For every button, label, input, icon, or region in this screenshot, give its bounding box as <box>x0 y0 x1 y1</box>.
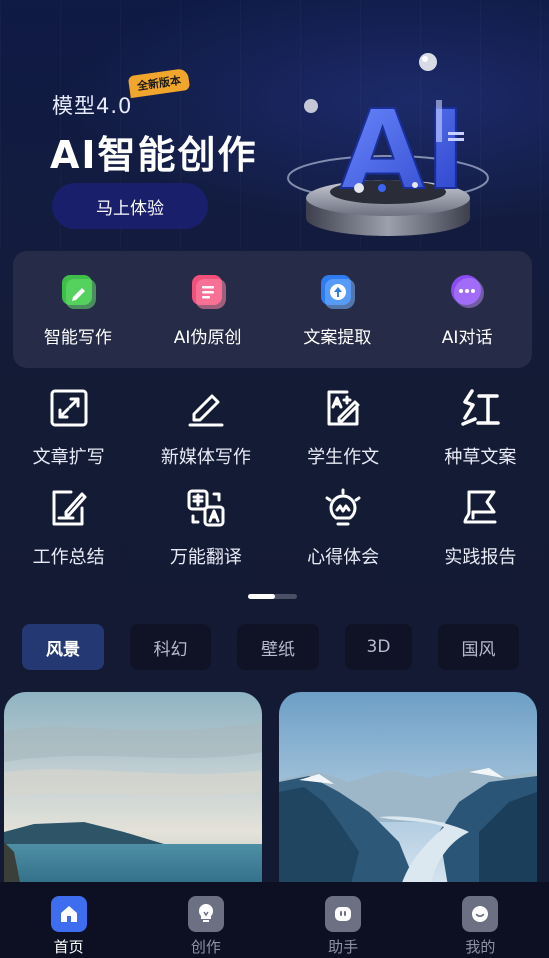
quick-tools-panel: 智能写作 AI伪原创 文案提取 AI对话 <box>13 251 532 368</box>
tool-article-expand[interactable]: 文章扩写 <box>0 388 137 488</box>
home-icon <box>50 896 87 932</box>
ai-3d-illustration: AI <box>287 53 489 236</box>
seascape-image <box>4 692 262 892</box>
flag-icon <box>463 490 497 524</box>
tool-label: 文章扩写 <box>32 447 105 468</box>
category-chip-wallpaper[interactable]: 壁纸 <box>237 624 319 670</box>
tool-label: 实践报告 <box>444 547 517 568</box>
tool-label: 学生作文 <box>307 447 380 468</box>
try-now-button[interactable]: 马上体验 <box>52 183 208 229</box>
quick-tool-label: AI对话 <box>441 328 493 348</box>
page-indicator <box>248 594 297 599</box>
tool-label: 新媒体写作 <box>160 447 251 468</box>
tab-label: 首页 <box>53 938 84 956</box>
translate-icon <box>187 489 225 527</box>
quick-tool-ai-rewrite[interactable]: AI伪原创 <box>143 251 273 368</box>
chat-bubble-icon <box>451 275 485 308</box>
pencil-icon <box>61 275 96 309</box>
quick-tool-ai-chat[interactable]: AI对话 <box>402 251 532 368</box>
app-home-screen: 模型4.0 全新版本 AI智能创作 马上体验 AI 智能写作 AI伪原创 文案提… <box>0 0 549 958</box>
quick-tool-label: AI伪原创 <box>173 328 242 348</box>
category-chips: 风景 科幻 壁纸 3D 国风 <box>22 624 519 670</box>
note-edit-icon <box>52 490 87 526</box>
grade-edit-icon <box>327 390 360 426</box>
tool-universal-translate[interactable]: 万能翻译 <box>137 488 274 588</box>
bottom-tab-bar: 首页 创作 助手 我的 <box>0 882 549 958</box>
category-chip-landscape[interactable]: 风景 <box>22 624 104 670</box>
tab-create[interactable]: 创作 <box>137 882 274 958</box>
lightbulb-icon <box>325 488 361 526</box>
category-chip-scifi[interactable]: 科幻 <box>130 624 211 670</box>
tab-profile[interactable]: 我的 <box>412 882 549 958</box>
tab-label: 助手 <box>328 938 359 956</box>
tool-new-media-writing[interactable]: 新媒体写作 <box>137 388 274 488</box>
quick-tool-label: 文案提取 <box>303 328 372 348</box>
tool-reflections[interactable]: 心得体会 <box>275 488 412 588</box>
landscape-image-card[interactable] <box>4 692 262 892</box>
robot-icon <box>325 896 362 932</box>
tab-label: 我的 <box>465 938 496 956</box>
expand-icon <box>50 389 88 427</box>
quick-tool-smart-writing[interactable]: 智能写作 <box>13 251 143 368</box>
page-indicator-active <box>248 594 275 599</box>
tab-assistant[interactable]: 助手 <box>275 882 412 958</box>
tool-work-summary[interactable]: 工作总结 <box>0 488 137 588</box>
tab-home[interactable]: 首页 <box>0 882 137 958</box>
red-text-icon <box>461 389 501 426</box>
document-icon <box>191 275 226 309</box>
tool-student-essay[interactable]: 学生作文 <box>275 388 412 488</box>
hero-banner[interactable]: 模型4.0 全新版本 AI智能创作 马上体验 AI <box>0 0 549 250</box>
tool-practice-report[interactable]: 实践报告 <box>412 488 549 588</box>
tool-recommend-copy[interactable]: 种草文案 <box>412 388 549 488</box>
svg-text:AI: AI <box>340 86 466 214</box>
category-chip-chinese-style[interactable]: 国风 <box>438 624 519 670</box>
tab-label: 创作 <box>190 938 221 956</box>
fjord-image <box>279 692 537 892</box>
tool-label: 心得体会 <box>307 547 380 568</box>
category-chip-3d[interactable]: 3D <box>345 624 412 670</box>
landscape-image-card[interactable] <box>279 692 537 892</box>
smile-icon <box>462 896 499 932</box>
tool-label: 种草文案 <box>444 447 517 468</box>
writing-tools-grid: 文章扩写 新媒体写作 学生作文 种草文案 工作总结 万能翻译 心得体会 实践报告 <box>0 388 549 588</box>
bulb-icon <box>187 896 224 932</box>
banner-subtitle: 模型4.0 <box>52 94 133 118</box>
banner-title: AI智能创作 <box>50 133 258 177</box>
pen-icon <box>188 394 224 427</box>
quick-tool-label: 智能写作 <box>43 328 112 348</box>
tool-label: 万能翻译 <box>169 547 242 568</box>
tool-label: 工作总结 <box>32 547 105 568</box>
upload-icon <box>321 275 356 309</box>
quick-tool-copy-extract[interactable]: 文案提取 <box>273 251 403 368</box>
new-version-badge: 全新版本 <box>127 67 191 99</box>
